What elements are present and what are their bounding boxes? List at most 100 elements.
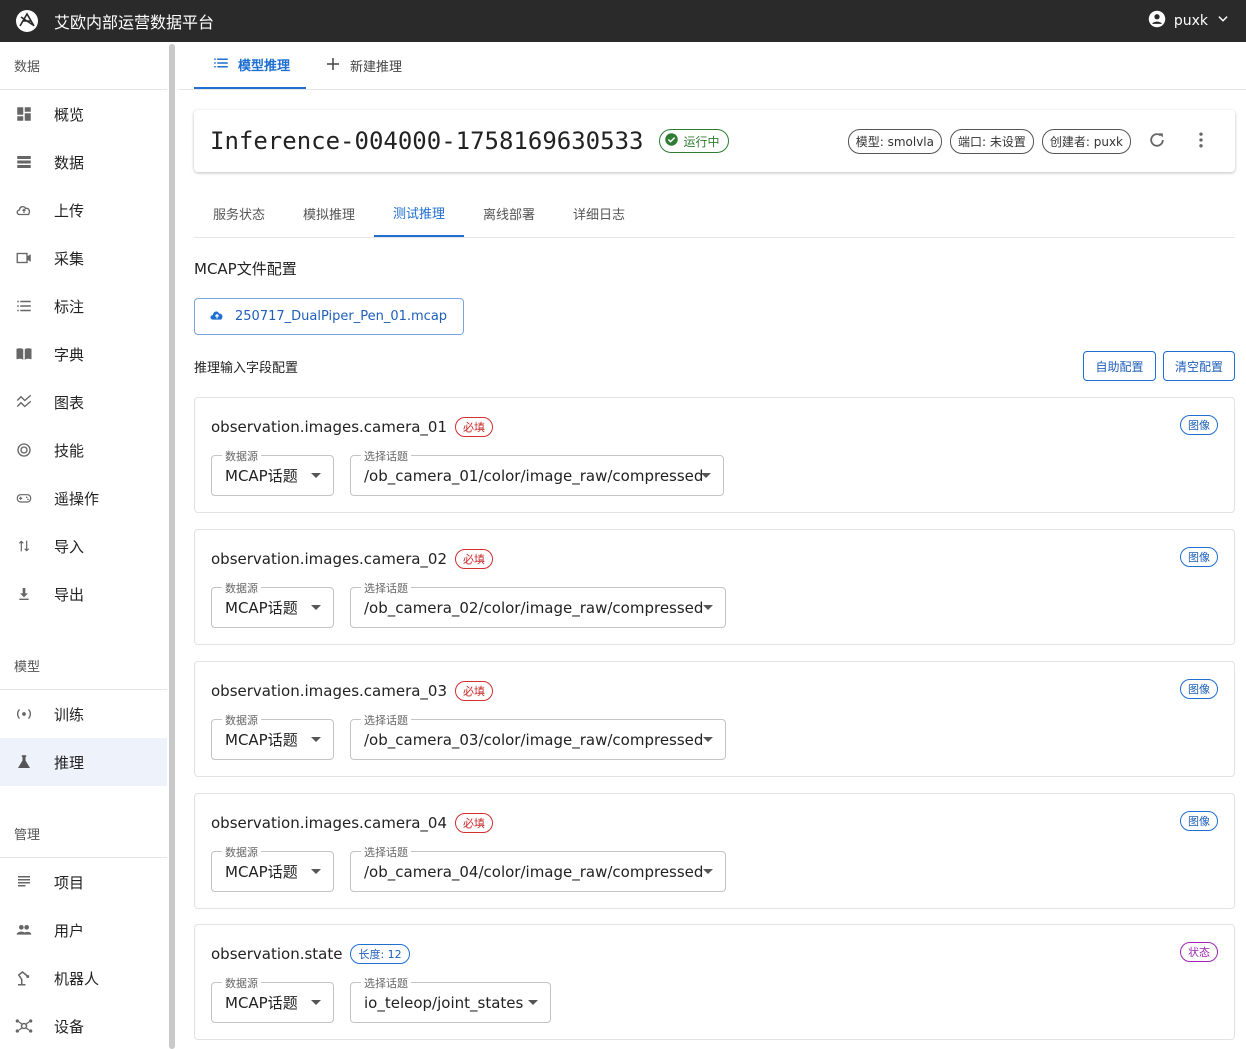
creator-chip: 创建者: puxk (1041, 129, 1131, 154)
clear-config-button[interactable]: 清空配置 (1163, 351, 1235, 381)
source-select[interactable]: 数据源 MCAP话题 (211, 712, 334, 760)
source-value: MCAP话题 (225, 467, 298, 485)
list-icon (212, 54, 230, 76)
sidebar-section-model: 模型 (0, 642, 167, 690)
tab-service-status[interactable]: 服务状态 (194, 190, 284, 237)
more-vert-icon[interactable] (1191, 130, 1211, 154)
tab-new-inference[interactable]: 新建推理 (306, 42, 418, 89)
source-select[interactable]: 数据源 MCAP话题 (211, 580, 334, 628)
app-title: 艾欧内部运营数据平台 (54, 13, 215, 32)
topic-value: /ob_camera_01/color/image_raw/compressed (364, 466, 704, 485)
mcap-section-title: MCAP文件配置 (194, 260, 297, 278)
mcap-file-button[interactable]: 250717_DualPiper_Pen_01.mcap (194, 298, 464, 335)
sidebar-item-training[interactable]: 训练 (0, 690, 167, 738)
sidebar-item-users[interactable]: 用户 (0, 906, 167, 954)
sidebar-item-overview[interactable]: 概览 (0, 90, 167, 138)
sidebar-item-label: 推理 (54, 753, 85, 772)
required-badge: 必填 (455, 681, 494, 701)
tab-detailed-logs[interactable]: 详细日志 (554, 190, 644, 237)
sidebar-item-label: 数据 (54, 153, 85, 172)
main-content: 模型推理 新建推理 Inference-004000-1758169630533… (178, 42, 1246, 1049)
field-card: observation.images.camera_01 必填 图像 数据源 M… (194, 397, 1235, 513)
type-badge: 图像 (1180, 811, 1218, 831)
people-icon (14, 920, 34, 940)
dropdown-arrow-icon (703, 737, 713, 742)
tab-model-inference[interactable]: 模型推理 (194, 42, 307, 89)
field-name: observation.images.camera_04 (211, 814, 448, 832)
swap-icon (14, 536, 34, 556)
sidebar-item-collect[interactable]: 采集 (0, 234, 167, 282)
list-icon (14, 296, 34, 316)
topic-select[interactable]: 选择话题 /ob_camera_03/color/image_raw/compr… (350, 712, 726, 760)
source-select[interactable]: 数据源 MCAP话题 (211, 975, 334, 1023)
sidebar-item-import[interactable]: 导入 (0, 522, 167, 570)
account-icon (1148, 10, 1166, 32)
sidebar-item-upload[interactable]: 上传 (0, 186, 167, 234)
sidebar-item-annotate[interactable]: 标注 (0, 282, 167, 330)
field-card: observation.images.camera_04 必填 图像 数据源 M… (194, 793, 1235, 909)
inference-name: Inference-004000-1758169630533 (210, 127, 644, 155)
top-app-bar: 艾欧内部运营数据平台 puxk (0, 0, 1246, 42)
sidebar-item-teleop[interactable]: 遥操作 (0, 474, 167, 522)
topic-value: /ob_camera_02/color/image_raw/compressed (364, 598, 704, 617)
topic-select[interactable]: 选择话题 /ob_camera_04/color/image_raw/compr… (350, 844, 726, 892)
type-badge: 状态 (1180, 942, 1218, 962)
user-menu[interactable]: puxk (1148, 0, 1230, 42)
field-card: observation.images.camera_02 必填 图像 数据源 M… (194, 529, 1235, 645)
topic-select[interactable]: 选择话题 /ob_camera_01/color/image_raw/compr… (350, 448, 724, 496)
source-value: MCAP话题 (225, 863, 298, 881)
cloud-upload-icon (14, 200, 34, 220)
chart-icon (14, 392, 34, 412)
sidebar-item-export[interactable]: 导出 (0, 570, 167, 618)
sidebar-item-label: 字典 (54, 345, 85, 364)
source-select[interactable]: 数据源 MCAP话题 (211, 844, 334, 892)
topic-select[interactable]: 选择话题 io_teleop/joint_states (350, 975, 551, 1023)
source-label: 数据源 (222, 844, 261, 860)
sidebar-item-devices[interactable]: 设备 (0, 1002, 167, 1049)
topic-select[interactable]: 选择话题 /ob_camera_02/color/image_raw/compr… (350, 580, 726, 628)
topic-value: /ob_camera_03/color/image_raw/compressed (364, 730, 704, 749)
sidebar-item-skills[interactable]: 技能 (0, 426, 167, 474)
status-text: 运行中 (683, 134, 720, 149)
tab-offline-deploy[interactable]: 离线部署 (464, 190, 554, 237)
status-badge: 运行中 (659, 129, 729, 153)
sidebar-item-dictionary[interactable]: 字典 (0, 330, 167, 378)
sidebar-item-label: 图表 (54, 393, 85, 412)
sidebar-item-label: 导入 (54, 537, 85, 556)
sidebar-item-charts[interactable]: 图表 (0, 378, 167, 426)
topic-value: /ob_camera_04/color/image_raw/compressed (364, 862, 704, 881)
auto-config-button[interactable]: 自助配置 (1083, 351, 1156, 381)
sidebar-item-robots[interactable]: 机器人 (0, 954, 167, 1002)
tab-label: 模型推理 (238, 59, 291, 74)
check-circle-icon (664, 132, 679, 150)
port-chip: 端口: 未设置 (950, 129, 1034, 154)
sub-tabs: 服务状态 模拟推理 测试推理 离线部署 详细日志 (194, 190, 1235, 238)
source-label: 数据源 (222, 712, 261, 728)
inference-header-card: Inference-004000-1758169630533 运行中 模型: s… (194, 110, 1235, 172)
refresh-icon[interactable] (1147, 130, 1167, 154)
sidebar-item-label: 用户 (54, 921, 85, 940)
logo-icon[interactable] (14, 8, 40, 34)
sidebar-item-inference[interactable]: 推理 (0, 738, 167, 786)
training-icon (14, 704, 34, 724)
sidebar-item-projects[interactable]: 项目 (0, 858, 167, 906)
source-select[interactable]: 数据源 MCAP话题 (211, 448, 334, 496)
sidebar-scrollbar[interactable] (169, 44, 175, 1049)
sidebar-item-label: 设备 (54, 1017, 85, 1036)
device-hub-icon (14, 1016, 34, 1036)
sidebar-item-label: 标注 (54, 297, 85, 316)
field-card: observation.images.camera_03 必填 图像 数据源 M… (194, 661, 1235, 777)
mcap-file-name: 250717_DualPiper_Pen_01.mcap (235, 309, 448, 324)
sidebar-section-data: 数据 (0, 42, 167, 90)
chevron-down-icon (1216, 12, 1230, 30)
dropdown-arrow-icon (703, 869, 713, 874)
book-icon (14, 344, 34, 364)
sidebar-item-data[interactable]: 数据 (0, 138, 167, 186)
dropdown-arrow-icon (311, 605, 321, 610)
dropdown-arrow-icon (311, 869, 321, 874)
field-card: observation.state 长度: 12 状态 数据源 MCAP话题 选… (194, 924, 1235, 1040)
source-label: 数据源 (222, 448, 261, 464)
topic-label: 选择话题 (361, 712, 411, 728)
tab-test-inference[interactable]: 测试推理 (374, 190, 464, 237)
tab-simulated-inference[interactable]: 模拟推理 (284, 190, 374, 237)
